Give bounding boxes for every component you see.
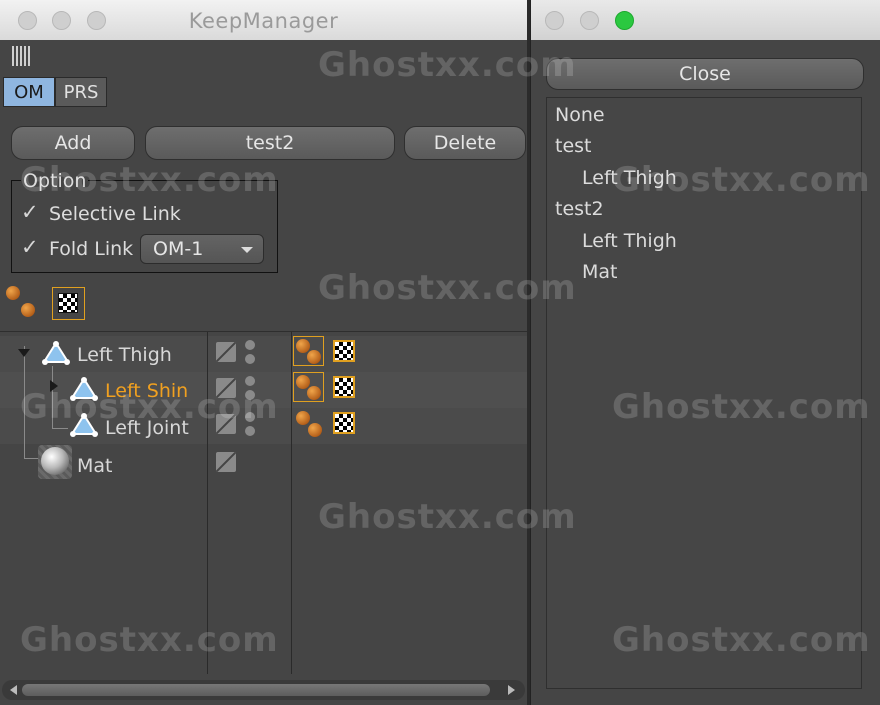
collapse-arrow-icon[interactable]: [50, 380, 58, 392]
list-item[interactable]: None: [555, 104, 605, 126]
delete-button[interactable]: Delete: [404, 126, 526, 160]
horizontal-scrollbar[interactable]: [2, 680, 525, 700]
object-link-icon[interactable]: [296, 410, 324, 438]
preset-selector-button[interactable]: test2: [145, 126, 395, 160]
layer-icon[interactable]: [216, 452, 236, 472]
list-item[interactable]: test2: [555, 198, 604, 220]
tree-item-label-selected[interactable]: Left Shin: [105, 380, 188, 402]
selective-link-label: Selective Link: [49, 203, 181, 225]
fold-link-dropdown[interactable]: OM-1: [140, 234, 264, 264]
material-link-icon[interactable]: [333, 376, 355, 398]
layer-icon[interactable]: [216, 414, 236, 434]
close-window-icon[interactable]: [545, 11, 564, 30]
chevron-down-icon: [241, 247, 253, 253]
material-icon: [38, 445, 72, 479]
material-link-icon[interactable]: [333, 340, 355, 362]
grip-icon[interactable]: [12, 46, 32, 66]
minimize-window-icon[interactable]: [580, 11, 599, 30]
title-bar: KeepManager: [0, 0, 527, 40]
joint-icon: [70, 377, 98, 401]
joint-icon: [42, 341, 70, 365]
layer-icon[interactable]: [216, 342, 236, 362]
dropdown-value: OM-1: [153, 238, 204, 260]
checker-icon: [58, 293, 78, 313]
layer-icon[interactable]: [216, 378, 236, 398]
tree-item-label[interactable]: Left Joint: [105, 417, 189, 439]
divider: [0, 331, 527, 332]
tab-om[interactable]: OM: [3, 77, 55, 107]
expand-arrow-icon[interactable]: [18, 349, 30, 357]
tree-item-label[interactable]: Left Thigh: [77, 344, 172, 366]
window-title: KeepManager: [188, 9, 339, 33]
visibility-dots-icon[interactable]: [245, 376, 255, 400]
list-item[interactable]: test: [555, 135, 592, 157]
material-link-frame[interactable]: [52, 287, 85, 320]
object-link-icon[interactable]: [4, 286, 40, 320]
column-divider: [291, 332, 292, 674]
scroll-right-icon[interactable]: [508, 685, 515, 695]
zoom-window-icon[interactable]: [615, 11, 634, 30]
scroll-left-icon[interactable]: [10, 685, 17, 695]
add-button[interactable]: Add: [11, 126, 135, 160]
object-link-frame[interactable]: [293, 336, 324, 366]
list-item[interactable]: Left Thigh: [582, 230, 677, 252]
fold-link-checkbox[interactable]: ✓: [21, 235, 39, 259]
title-bar: [531, 0, 880, 40]
list-window: Close None test Left Thigh test2 Left Th…: [530, 0, 880, 705]
fold-link-label: Fold Link: [49, 238, 134, 260]
visibility-dots-icon[interactable]: [245, 340, 255, 364]
option-group-title: Option: [21, 170, 89, 192]
column-divider: [207, 332, 208, 674]
close-button[interactable]: Close: [546, 58, 864, 90]
list-item[interactable]: Mat: [582, 261, 618, 283]
visibility-dots-icon[interactable]: [245, 412, 255, 436]
tree-item-label[interactable]: Mat: [77, 455, 113, 477]
material-link-icon[interactable]: [333, 412, 355, 434]
tab-prs[interactable]: PRS: [55, 77, 107, 107]
joint-icon: [70, 413, 98, 437]
object-link-frame[interactable]: [293, 372, 324, 402]
selective-link-checkbox[interactable]: ✓: [21, 200, 39, 224]
keepmanager-window: KeepManager OM PRS Add test2 Delete Opti…: [0, 0, 527, 705]
list-item[interactable]: Left Thigh: [582, 167, 677, 189]
scrollbar-thumb[interactable]: [22, 684, 490, 696]
